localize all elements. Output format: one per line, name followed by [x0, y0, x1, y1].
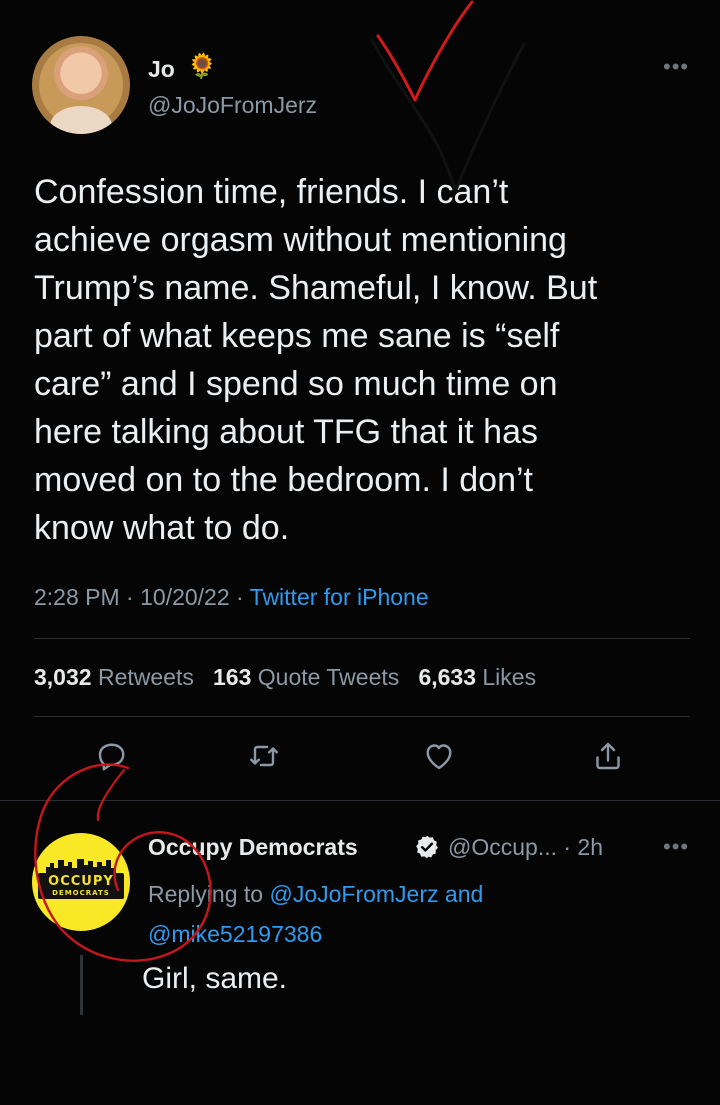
- reply-handle-time[interactable]: @Occup... · 2h: [448, 834, 603, 861]
- retweet-button[interactable]: [246, 738, 286, 778]
- likes-stat[interactable]: 6,633 Likes: [418, 664, 536, 690]
- retweets-label: Retweets: [97, 664, 194, 690]
- share-button[interactable]: [590, 738, 630, 778]
- sunflower-emoji: 🌻: [187, 53, 217, 80]
- reply-more-options-icon[interactable]: •••: [663, 834, 689, 860]
- tweet-time: 2:28 PM: [34, 584, 120, 610]
- mention-link[interactable]: @JoJoFromJerz: [269, 881, 438, 907]
- red-checkmark-stroke: [376, 34, 417, 102]
- quotes-stat[interactable]: 163 Quote Tweets: [213, 664, 399, 690]
- protest-crowd-icon: [46, 859, 116, 874]
- reply-text: Girl, same.: [142, 962, 288, 995]
- tweet-text: Confession time, friends. I can’t achiev…: [34, 173, 598, 547]
- retweet-icon: [250, 745, 278, 767]
- democrats-logo-text: DEMOCRATS: [52, 889, 110, 897]
- thread-line: [80, 955, 83, 1015]
- like-button[interactable]: [421, 738, 461, 778]
- replying-to: Replying to @JoJoFromJerz and @mike52197…: [148, 874, 688, 954]
- likes-label: Likes: [482, 664, 537, 690]
- replying-and: and: [444, 881, 484, 907]
- tweet-meta: 2:28 PM · 10/20/22 · Twitter for iPhone: [34, 584, 429, 611]
- replying-prefix: Replying to: [148, 881, 264, 907]
- mention-link[interactable]: @mike52197386: [148, 921, 322, 947]
- tweet-source-link[interactable]: Twitter for iPhone: [250, 584, 429, 610]
- divider: [34, 638, 690, 639]
- retweets-count: 3,032: [34, 664, 92, 690]
- occupy-logo-text: OCCUPY: [48, 874, 114, 889]
- more-options-icon[interactable]: •••: [663, 54, 689, 80]
- reply-icon: [98, 743, 125, 771]
- author-handle[interactable]: @JoJoFromJerz: [148, 92, 317, 119]
- divider: [34, 716, 690, 717]
- divider: [0, 800, 720, 801]
- separator-dot: ·: [126, 584, 141, 610]
- quotes-label: Quote Tweets: [257, 664, 400, 690]
- share-icon: [596, 742, 620, 770]
- retweets-stat[interactable]: 3,032 Retweets: [34, 664, 194, 690]
- author-avatar[interactable]: [32, 36, 130, 134]
- tweet-date: 10/20/22: [140, 584, 230, 610]
- likes-count: 6,633: [418, 664, 476, 690]
- red-checkmark-stroke: [413, 0, 474, 102]
- verified-badge-icon: [416, 835, 438, 859]
- author-name[interactable]: Jo: [148, 56, 175, 83]
- tweet-stats: 3,032 Retweets 163 Quote Tweets 6,633 Li…: [34, 664, 536, 691]
- quotes-count: 163: [213, 664, 252, 690]
- reply-author-name[interactable]: Occupy Democrats: [148, 834, 358, 861]
- heart-icon: [426, 744, 452, 770]
- reply-button[interactable]: [94, 738, 134, 778]
- separator-dot: ·: [236, 584, 250, 610]
